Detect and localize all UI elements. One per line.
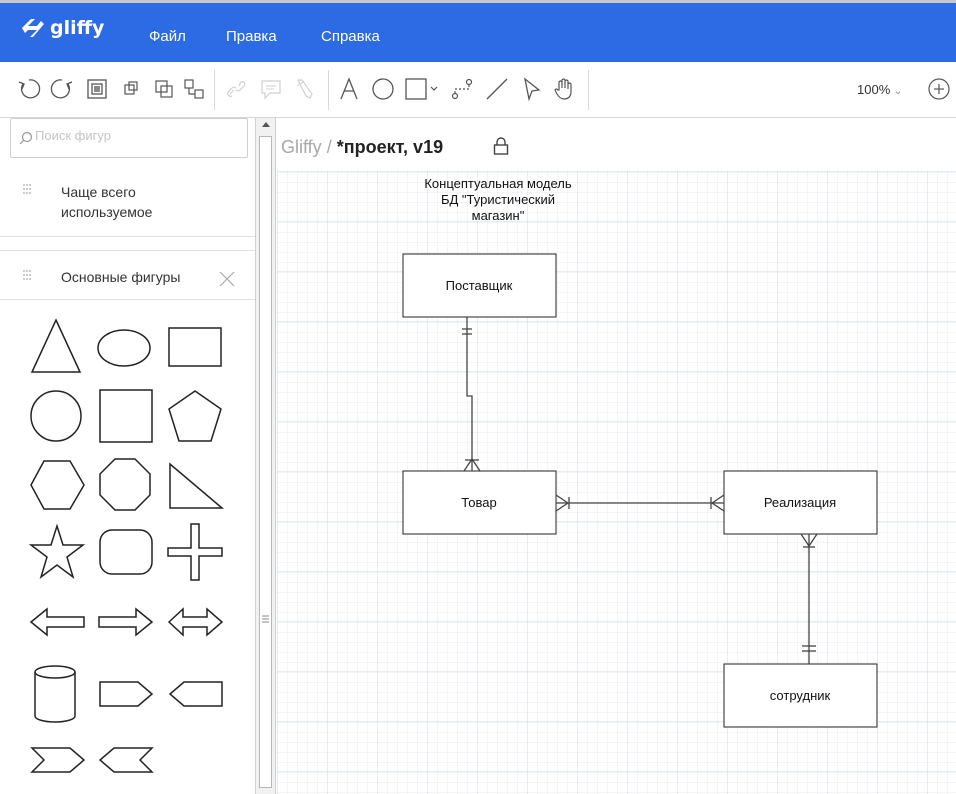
- drag-handle-icon[interactable]: [22, 269, 32, 283]
- gliffy-diamond-icon: [22, 19, 44, 37]
- menu-file[interactable]: Файл: [149, 28, 186, 45]
- section-label-most-used: Чаще всего используемое: [61, 184, 153, 220]
- double-arrow-shape[interactable]: [166, 592, 226, 652]
- link-icon[interactable]: [224, 76, 250, 102]
- breadcrumb-separator: /: [321, 137, 337, 157]
- diagram-grid[interactable]: Концептуальная модель БД "Туристический …: [277, 170, 956, 794]
- toolbar: 100% ⌄: [0, 62, 956, 118]
- shapes-grid: [24, 316, 232, 786]
- rounded-rectangle-shape[interactable]: [96, 522, 156, 582]
- pentagon-left-shape[interactable]: [166, 664, 226, 724]
- zoom-dropdown[interactable]: 100% ⌄: [857, 82, 902, 97]
- scroll-up-icon[interactable]: [261, 120, 271, 128]
- zoom-in-icon[interactable]: [926, 76, 952, 102]
- entity-employee[interactable]: сотрудник: [723, 663, 878, 728]
- grip-icon: [262, 615, 269, 623]
- close-icon[interactable]: [218, 270, 236, 288]
- bring-to-front-icon[interactable]: [84, 76, 110, 102]
- section-most-used[interactable]: Чаще всего используемое: [0, 166, 255, 237]
- cross-shape[interactable]: [166, 522, 226, 582]
- triangle-shape[interactable]: [28, 316, 88, 376]
- shape-search-input[interactable]: [35, 128, 235, 143]
- zoom-value: 100%: [857, 82, 891, 97]
- chevron-right-shape[interactable]: [28, 730, 88, 790]
- menu-help[interactable]: Справка: [321, 28, 380, 45]
- rectangle-tool-icon[interactable]: [404, 76, 440, 102]
- diagram-title-line-2[interactable]: БД "Туристический: [441, 192, 555, 207]
- right-triangle-shape[interactable]: [166, 454, 226, 514]
- entity-supplier[interactable]: Поставщик: [402, 253, 557, 318]
- entity-employee-label: сотрудник: [770, 688, 831, 703]
- ellipse-shape[interactable]: [94, 316, 154, 376]
- entity-sale-label: Реализация: [764, 495, 836, 510]
- menu-bar: gliffy Файл Правка Справка: [0, 0, 956, 62]
- entity-supplier-label: Поставщик: [446, 278, 513, 293]
- pointer-tool-icon[interactable]: [518, 76, 544, 102]
- search-icon: [19, 131, 33, 145]
- entity-product-label: Товар: [461, 495, 496, 510]
- entity-sale[interactable]: Реализация: [723, 470, 878, 535]
- shape-library-sidebar: Чаще всего используемое Основные фигуры: [0, 118, 256, 794]
- diagram-title-line-1[interactable]: Концептуальная модель: [424, 176, 572, 191]
- pentagon-shape[interactable]: [166, 386, 226, 446]
- hand-tool-icon[interactable]: [551, 76, 577, 102]
- lock-icon[interactable]: [493, 137, 509, 155]
- drag-handle-icon[interactable]: [22, 183, 32, 197]
- left-arrow-shape[interactable]: [28, 592, 88, 652]
- ellipse-tool-icon[interactable]: [370, 76, 396, 102]
- text-tool-icon[interactable]: [336, 76, 362, 102]
- shape-search-box[interactable]: [10, 118, 248, 158]
- square-shape[interactable]: [96, 386, 156, 446]
- logo-text: gliffy: [50, 17, 105, 39]
- sidebar-scrollbar[interactable]: [256, 118, 276, 794]
- cylinder-shape[interactable]: [28, 664, 88, 724]
- diagram-title-line-3[interactable]: магазин": [472, 208, 525, 223]
- redo-icon[interactable]: [49, 76, 75, 102]
- scroll-thumb[interactable]: [259, 136, 272, 788]
- send-to-back-icon[interactable]: [151, 76, 177, 102]
- style-painter-icon[interactable]: [292, 76, 318, 102]
- right-arrow-shape[interactable]: [96, 592, 156, 652]
- group-icon[interactable]: [118, 76, 144, 102]
- star-shape[interactable]: [28, 522, 88, 582]
- chevron-left-shape[interactable]: [96, 730, 156, 790]
- entity-product[interactable]: Товар: [402, 470, 557, 535]
- rectangle-shape[interactable]: [166, 316, 226, 376]
- breadcrumb: Gliffy / *проект, v19: [281, 137, 443, 158]
- comment-icon[interactable]: [258, 76, 284, 102]
- section-label-basic-shapes: Основные фигуры: [61, 269, 181, 285]
- undo-icon[interactable]: [16, 76, 42, 102]
- gliffy-logo[interactable]: gliffy: [20, 17, 104, 39]
- document-title[interactable]: *проект, v19: [337, 137, 443, 157]
- pentagon-right-shape[interactable]: [96, 664, 156, 724]
- line-tool-icon[interactable]: [484, 76, 510, 102]
- menu-edit[interactable]: Правка: [226, 28, 277, 45]
- breadcrumb-root[interactable]: Gliffy: [281, 137, 322, 157]
- section-basic-shapes[interactable]: Основные фигуры: [0, 250, 255, 300]
- diagram-canvas-area[interactable]: Gliffy / *проект, v19 Концептуальная мод…: [277, 118, 956, 794]
- circle-shape[interactable]: [28, 386, 88, 446]
- hexagon-shape[interactable]: [28, 454, 88, 514]
- connect-icon[interactable]: [181, 76, 207, 102]
- connector-tool-icon[interactable]: [449, 76, 475, 102]
- chevron-down-icon: ⌄: [893, 86, 903, 97]
- octagon-shape[interactable]: [96, 454, 156, 514]
